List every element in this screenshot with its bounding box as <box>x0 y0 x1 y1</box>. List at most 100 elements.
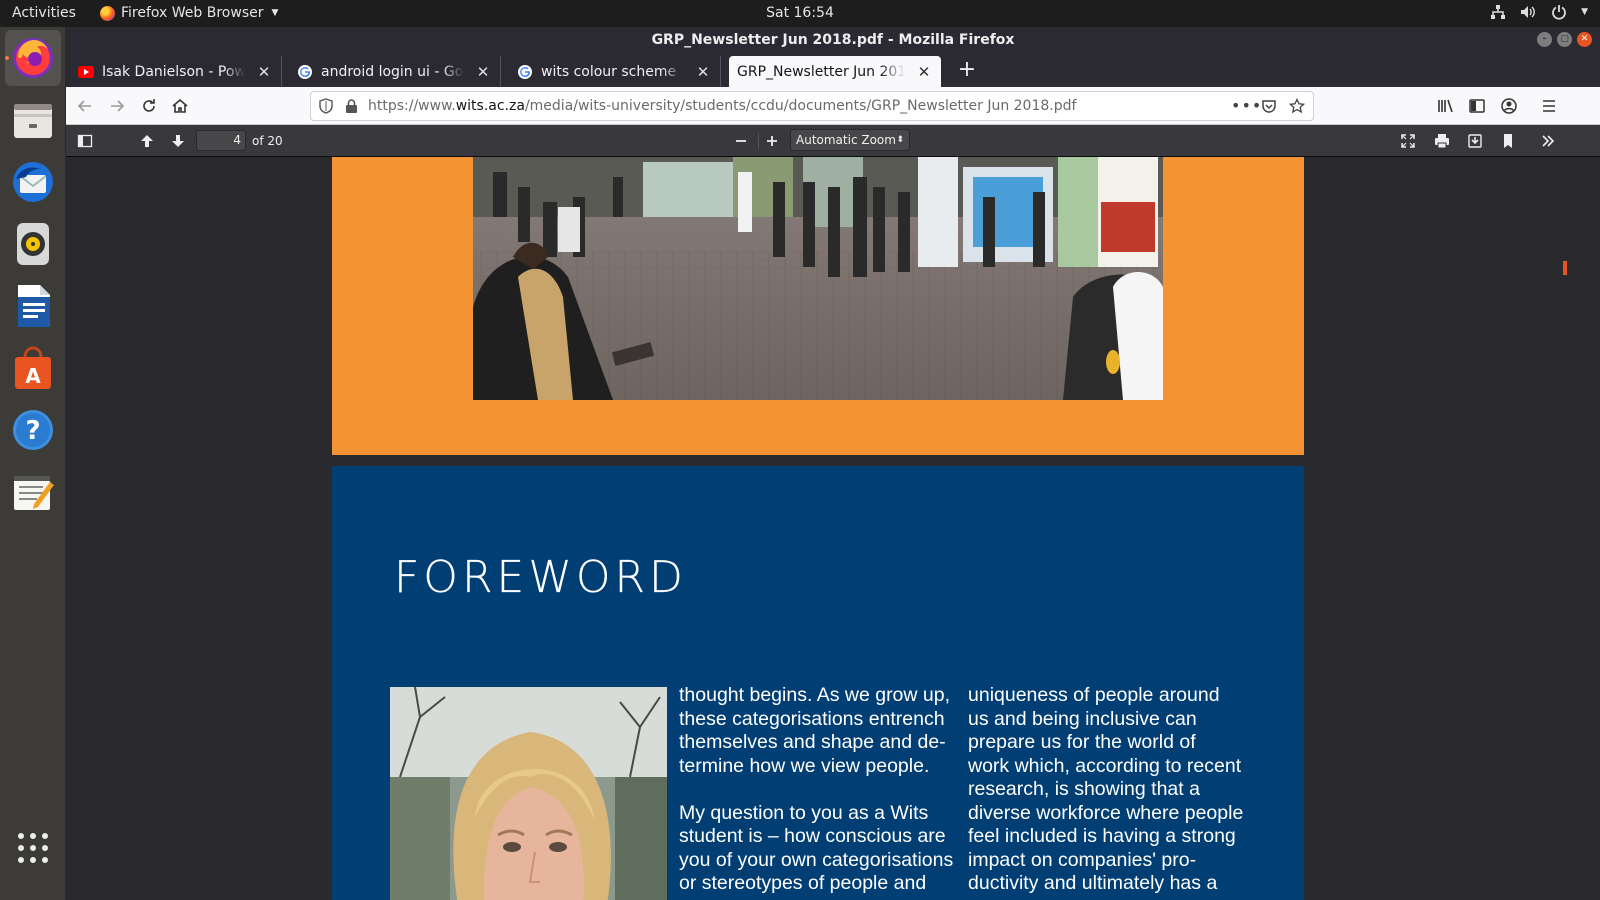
dock-files[interactable] <box>5 92 61 148</box>
select-arrows-icon: ⬍ <box>896 135 904 145</box>
dock-text-editor[interactable] <box>5 464 61 520</box>
dock-firefox[interactable] <box>5 30 61 86</box>
menu-button[interactable] <box>1538 95 1560 117</box>
window-title-bar: GRP_Newsletter Jun 2018.pdf - Mozilla Fi… <box>66 27 1600 53</box>
close-tab-icon[interactable]: ✕ <box>472 63 494 81</box>
paragraph: uniqueness of people around us and being… <box>968 684 1244 894</box>
zoom-out-button[interactable] <box>731 131 751 151</box>
dock-show-apps[interactable] <box>5 820 61 876</box>
google-icon <box>518 64 532 79</box>
forward-arrow-icon <box>111 100 125 112</box>
paragraph: My question to you as a Wits student is … <box>679 801 954 895</box>
svg-text:?: ? <box>25 416 40 446</box>
previous-page-button[interactable] <box>137 131 157 151</box>
page-actions-icon[interactable]: ••• <box>1231 96 1262 115</box>
reload-button[interactable] <box>138 95 160 117</box>
print-button[interactable] <box>1432 131 1452 151</box>
tab-title: android login ui - Google Search <box>321 63 464 80</box>
plus-icon <box>767 136 777 146</box>
caret-down-icon: ▼ <box>271 8 279 18</box>
bookmark-icon <box>1504 134 1512 148</box>
gnome-top-bar: Activities Firefox Web Browser ▼ Sat 16:… <box>0 0 1600 27</box>
url-prefix: https://www. <box>368 98 456 114</box>
software-center-icon: A <box>15 346 51 389</box>
volume-icon[interactable] <box>1520 4 1537 20</box>
next-page-button[interactable] <box>168 131 188 151</box>
forward-button[interactable] <box>106 95 128 117</box>
network-icon[interactable] <box>1490 4 1506 20</box>
lock-icon[interactable] <box>345 98 358 118</box>
clock[interactable]: Sat 16:54 <box>766 5 834 21</box>
tab-youtube[interactable]: Isak Danielson - Power - YouTube ✕ <box>70 56 282 87</box>
sidebar-icon <box>1469 99 1485 113</box>
thunderbird-icon <box>13 162 53 202</box>
dock: A ? <box>0 27 66 900</box>
bookmark-view-button[interactable] <box>1498 131 1518 151</box>
close-tab-icon[interactable]: ✕ <box>692 63 714 81</box>
download-button[interactable] <box>1465 131 1485 151</box>
zoom-in-button[interactable] <box>762 131 782 151</box>
tab-title: GRP_Newsletter Jun 2018.pdf <box>737 63 905 80</box>
power-icon[interactable] <box>1551 4 1567 20</box>
tab-android-login[interactable]: android login ui - Google Search ✕ <box>289 56 501 87</box>
minimize-button[interactable]: – <box>1537 32 1552 47</box>
close-tab-icon[interactable]: ✕ <box>913 63 935 81</box>
shield-icon[interactable] <box>319 98 333 118</box>
account-button[interactable] <box>1498 95 1520 117</box>
app-menu[interactable]: Firefox Web Browser ▼ <box>100 5 278 21</box>
fullscreen-icon <box>1401 134 1415 148</box>
close-window-button[interactable]: ✕ <box>1577 32 1592 47</box>
close-tab-icon[interactable]: ✕ <box>253 63 275 81</box>
home-button[interactable] <box>169 95 191 117</box>
youtube-icon <box>78 65 94 78</box>
minus-icon <box>736 140 746 142</box>
hamburger-icon <box>1543 100 1555 112</box>
presentation-mode-button[interactable] <box>1398 131 1418 151</box>
toggle-sidebar-button[interactable] <box>75 131 95 151</box>
url-domain: wits.ac.za <box>455 98 525 114</box>
paragraph: thought begins. As we grow up, these cat… <box>679 684 951 777</box>
pdf-page-3 <box>332 157 1304 455</box>
text-column-1: thought begins. As we grow up, these cat… <box>679 684 969 900</box>
system-tray[interactable]: ▼ <box>1490 4 1588 20</box>
dock-rhythmbox[interactable] <box>5 216 61 272</box>
caret-down-icon[interactable]: ▼ <box>1581 7 1588 17</box>
dock-writer[interactable] <box>5 278 61 334</box>
print-icon <box>1435 134 1449 149</box>
maximize-button[interactable]: ▢ <box>1557 32 1572 47</box>
url-path: /media/wits-university/students/ccdu/doc… <box>524 98 1077 114</box>
pdf-viewer[interactable]: FOREWORD thought begins. As we grow up, … <box>66 157 1600 900</box>
bookmark-star-icon[interactable] <box>1288 97 1306 118</box>
new-tab-button[interactable]: + <box>953 57 981 83</box>
zoom-select[interactable]: Automatic Zoom ⬍ <box>790 129 910 151</box>
library-button[interactable] <box>1435 95 1457 117</box>
tools-button[interactable] <box>1538 131 1558 151</box>
url-bar[interactable]: https://www.wits.ac.za/media/wits-univer… <box>310 91 1314 121</box>
dock-help[interactable]: ? <box>5 402 61 458</box>
tab-wits-colour[interactable]: wits colour scheme - Google Search ✕ <box>509 56 721 87</box>
sidebar-button[interactable] <box>1466 95 1488 117</box>
activities-button[interactable]: Activities <box>12 5 76 21</box>
zoom-value: Automatic Zoom <box>796 133 896 147</box>
dock-thunderbird[interactable] <box>5 154 61 210</box>
account-icon <box>1501 98 1517 114</box>
rhythmbox-icon <box>17 223 49 265</box>
pdf-page-4: FOREWORD thought begins. As we grow up, … <box>332 466 1304 900</box>
sidebar-toggle-icon <box>77 134 93 148</box>
page-number-input[interactable]: 4 <box>196 130 246 151</box>
pocket-icon[interactable] <box>1261 98 1277 118</box>
tab-title: wits colour scheme - Google Search <box>541 63 684 80</box>
toolbar-divider <box>758 133 759 149</box>
dock-software[interactable]: A <box>5 340 61 396</box>
pdf-toolbar: 4 of 20 Automatic Zoom ⬍ <box>66 125 1600 157</box>
library-icon <box>1438 99 1453 113</box>
double-chevron-icon <box>1542 135 1555 147</box>
navigation-toolbar: https://www.wits.ac.za/media/wits-univer… <box>66 87 1600 125</box>
text-editor-icon <box>14 476 54 510</box>
back-button[interactable] <box>74 95 96 117</box>
tab-newsletter-pdf[interactable]: GRP_Newsletter Jun 2018.pdf ✕ <box>729 56 941 87</box>
firefox-small-icon <box>100 5 115 21</box>
scrollbar-marker[interactable] <box>1563 261 1567 275</box>
url-text[interactable]: https://www.wits.ac.za/media/wits-univer… <box>368 98 1076 114</box>
download-icon <box>1468 134 1482 148</box>
